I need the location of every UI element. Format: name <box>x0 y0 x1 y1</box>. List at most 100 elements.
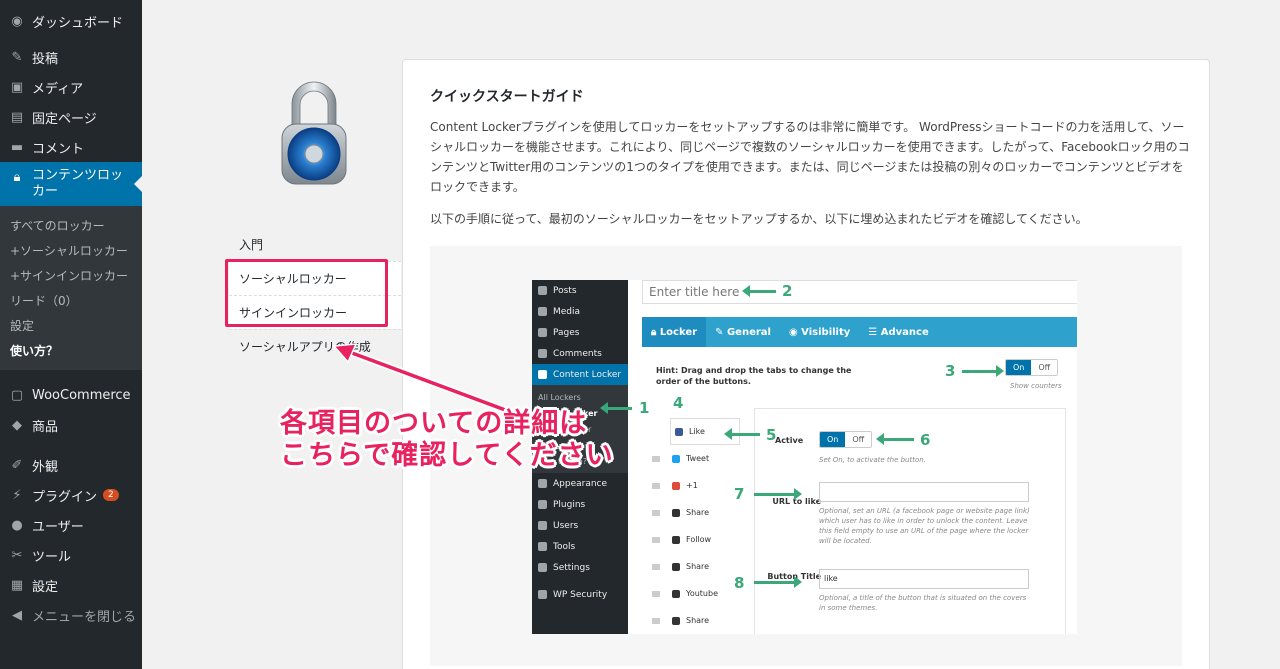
wrench-icon: ✂︎ <box>11 547 23 563</box>
embedded-hint: Hint: Drag and drop the tabs to change t… <box>656 366 852 386</box>
quickstart-card: クイックスタートガイド Content Lockerプラグインを使用してロッカー… <box>402 59 1210 669</box>
menu-collapse[interactable]: ◀ メニューを閉じる <box>0 600 142 630</box>
submenu-social-locker[interactable]: +ソーシャルロッカー <box>0 238 142 263</box>
tab-intro[interactable]: 入門 <box>229 227 401 261</box>
embedded-menu-media: Media <box>532 301 628 322</box>
menu-tools-label: ツール <box>32 549 72 565</box>
menu-posts[interactable]: ✎ 投稿 <box>0 42 142 72</box>
submenu-signin-locker[interactable]: +サインインロッカー <box>0 263 142 288</box>
page-icon: ▤ <box>10 109 24 125</box>
embedded-active-help: Set On, to activate the button. <box>819 456 926 464</box>
menu-media[interactable]: ▣ メディア <box>0 72 142 102</box>
embedded-title-input: like <box>819 569 1029 589</box>
callout-line-1: 各項目のついての詳細は <box>280 408 588 439</box>
embedded-settings-panel: Active On Off Set On, to activate the but… <box>754 408 1066 634</box>
menu-appearance-label: 外観 <box>32 459 59 475</box>
embedded-url-label: URL to like <box>772 497 821 506</box>
embedded-menu-appearance: Appearance <box>532 473 628 494</box>
callout-text: 各項目のついての詳細は こちらで確認してください <box>280 408 614 472</box>
embedded-tab-advance: ☰ Advance <box>868 326 929 338</box>
embedded-title-help: Optional, a title of the button that is … <box>819 594 1027 612</box>
submenu-all-lockers[interactable]: すべてのロッカー <box>0 213 142 238</box>
dashboard-icon: ◉ <box>11 13 23 29</box>
embedded-menu-comments: Comments <box>532 343 628 364</box>
menu-users-label: ユーザー <box>32 519 84 535</box>
embedded-menu-plugins: Plugins <box>532 494 628 515</box>
embedded-tabs: 🔒︎ Locker ✎ General ◉ Visibility ☰ Advan… <box>642 317 1077 347</box>
menu-woocommerce-label: WooCommerce <box>32 387 131 403</box>
woocommerce-icon: ▢ <box>10 387 24 403</box>
embedded-show-counters: Show counters <box>1010 382 1062 390</box>
embedded-menu-content-locker: Content Locker <box>532 364 628 385</box>
menu-pages-label: 固定ページ <box>32 111 97 127</box>
menu-appearance[interactable]: ✐ 外観 <box>0 450 142 480</box>
box-icon: ◆ <box>12 417 22 433</box>
embedded-url-input <box>819 482 1029 502</box>
content-locker-submenu: すべてのロッカー +ソーシャルロッカー +サインインロッカー リード（0） 設定… <box>0 206 142 370</box>
embedded-tab-visibility: ◉ Visibility <box>788 326 851 338</box>
embedded-button-list: Like Tweet +1 Share Follow Share Youtube… <box>652 418 752 634</box>
step-8-number: 8 <box>734 574 745 592</box>
menu-posts-label: 投稿 <box>32 51 59 67</box>
menu-dashboard[interactable]: ◉ ダッシュボード <box>0 0 142 42</box>
step-1-number: 1 <box>639 399 650 417</box>
embedded-title-label: Button Title <box>767 572 821 581</box>
embedded-title-field: Enter title here <box>642 280 1077 304</box>
embedded-btn-in-share: Share <box>652 607 752 634</box>
menu-settings[interactable]: ▦ 設定 <box>0 570 142 600</box>
menu-pages[interactable]: ▤ 固定ページ <box>0 102 142 132</box>
menu-dashboard-label: ダッシュボード <box>32 15 124 31</box>
menu-woocommerce[interactable]: ▢ WooCommerce <box>0 380 142 410</box>
menu-collapse-label: メニューを閉じる <box>32 609 137 625</box>
step-6-number: 6 <box>920 431 931 449</box>
embedded-btn-follow: Follow <box>652 526 752 553</box>
comment-icon: ▬ <box>10 139 24 155</box>
settings-icon: ▦ <box>10 577 24 593</box>
embedded-tab-general: ✎ General <box>715 326 771 338</box>
embedded-counters-toggle: On Off <box>1005 359 1059 376</box>
menu-tools[interactable]: ✂︎ ツール <box>0 540 142 570</box>
menu-content-locker-label: コンテンツロッカー <box>32 168 124 199</box>
media-icon: ▣ <box>10 79 24 95</box>
padlock-icon <box>281 81 347 185</box>
embedded-url-help: Optional, set an URL (a facebook page or… <box>819 507 1030 545</box>
submenu-how-to-use[interactable]: 使い方？ <box>0 338 142 363</box>
guide-title: クイックスタートガイド <box>430 89 584 105</box>
user-icon: ● <box>11 517 23 533</box>
submenu-settings[interactable]: 設定 <box>0 313 142 338</box>
highlight-box <box>225 259 388 327</box>
menu-plugins[interactable]: ⚡︎ プラグイン 2 <box>0 480 142 510</box>
step-2-arrow <box>742 285 776 297</box>
step-3-number: 3 <box>945 362 956 380</box>
menu-plugins-label: プラグイン <box>32 489 98 505</box>
step-3-arrow <box>962 365 1004 377</box>
embedded-active-toggle: On Off <box>819 431 873 448</box>
embedded-menu-posts: Posts <box>532 280 628 301</box>
embedded-btn-tweet: Tweet <box>652 445 752 472</box>
lock-icon: 🔒︎ <box>13 169 21 185</box>
step-5-number: 5 <box>766 426 777 444</box>
step-5-arrow <box>724 428 760 440</box>
menu-comments[interactable]: ▬ コメント <box>0 132 142 162</box>
admin-sidebar: ◉ ダッシュボード ✎ 投稿 ▣ メディア ▤ 固定ページ ▬ コメント 🔒︎ … <box>0 0 142 669</box>
pin-icon: ✎ <box>11 49 23 65</box>
menu-users[interactable]: ● ユーザー <box>0 510 142 540</box>
menu-products-label: 商品 <box>32 419 59 435</box>
step-4-number: 4 <box>673 394 684 412</box>
step-7-number: 7 <box>734 485 745 503</box>
step-8-arrow <box>754 576 802 588</box>
guide-paragraph-1: Content Lockerプラグインを使用してロッカーをセットアップするのは非… <box>430 120 1190 194</box>
plugins-update-badge: 2 <box>103 489 119 501</box>
embedded-menu-tools: Tools <box>532 536 628 557</box>
embedded-btn-fb-share: Share <box>652 499 752 526</box>
menu-products[interactable]: ◆ 商品 <box>0 410 142 440</box>
submenu-leads[interactable]: リード（0） <box>0 288 142 313</box>
callout-arrow <box>332 343 518 418</box>
menu-settings-label: 設定 <box>32 579 59 595</box>
menu-content-locker[interactable]: 🔒︎ コンテンツロッカー <box>0 162 142 206</box>
brush-icon: ✐ <box>11 457 23 473</box>
step-6-arrow <box>876 433 914 445</box>
embedded-menu-wp-security: WP Security <box>532 584 628 605</box>
embedded-menu-users: Users <box>532 515 628 536</box>
collapse-icon: ◀ <box>12 607 22 623</box>
